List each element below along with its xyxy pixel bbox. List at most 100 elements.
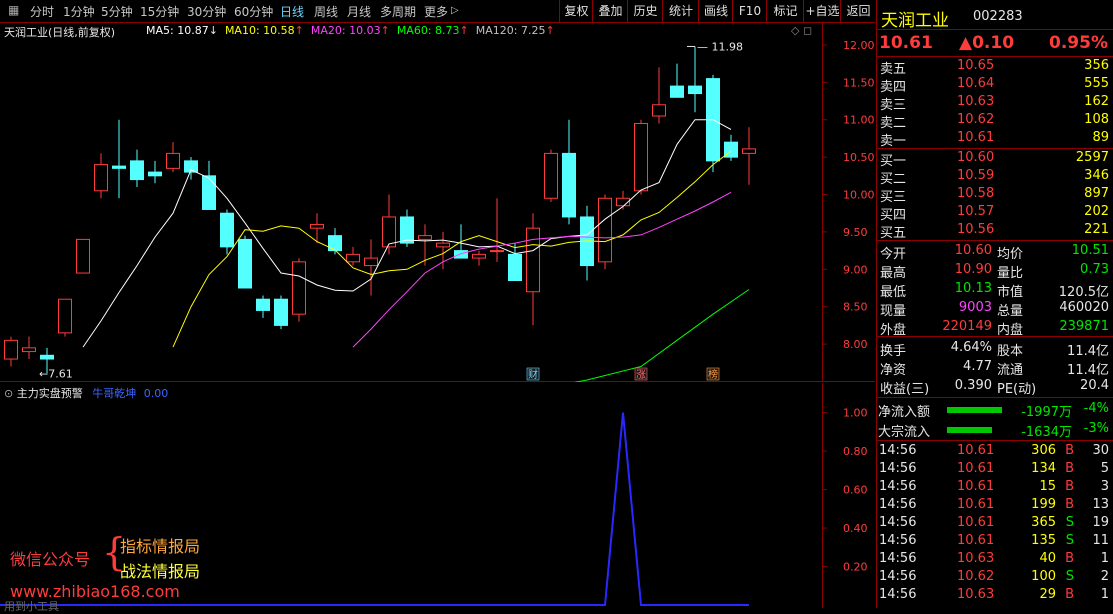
toolbar-button-8[interactable]: 返回 — [840, 0, 876, 22]
toolbar-button-5[interactable]: F10 — [732, 0, 767, 22]
candle[interactable] — [490, 198, 504, 262]
candle[interactable] — [364, 239, 378, 296]
ask-volume: 555 — [1084, 76, 1109, 91]
period-tab-6[interactable]: 日线 — [280, 3, 304, 20]
candle[interactable] — [148, 160, 162, 184]
kline-chart-panel[interactable]: 天润工业(日线,前复权) MA5: 10.87↓ MA10: 10.58↑ MA20… — [0, 22, 875, 382]
bid-price: 10.57 — [957, 204, 995, 219]
stat-value: 9003 — [958, 300, 992, 315]
candle[interactable] — [4, 336, 18, 367]
candle[interactable] — [742, 127, 756, 185]
indicator-toggle-icon[interactable]: ⊙ — [4, 387, 13, 400]
tick-time: 14:56 — [879, 569, 917, 584]
candle[interactable] — [58, 298, 72, 337]
stat-value: 0.73 — [1080, 262, 1109, 277]
ask-price: 10.64 — [957, 76, 995, 91]
tick-count: 1 — [1100, 551, 1109, 566]
bid-label: 买五 — [880, 226, 907, 241]
candle[interactable] — [238, 235, 252, 289]
menu-grid-icon[interactable]: ▦ — [8, 3, 19, 17]
bid-row: 买三 10.58 897 — [877, 186, 1113, 205]
period-tab-2[interactable]: 5分钟 — [101, 3, 133, 20]
period-tab-3[interactable]: 15分钟 — [140, 3, 179, 20]
period-tab-8[interactable]: 月线 — [347, 3, 371, 20]
toolbar-button-3[interactable]: 统计 — [662, 0, 699, 22]
tick-row: 14:56 10.63 29 B 1 — [877, 587, 1113, 605]
ask-label: 卖五 — [880, 62, 907, 77]
candle[interactable] — [472, 250, 486, 266]
flow-label: 净流入额 — [878, 405, 931, 420]
period-tab-1[interactable]: 1分钟 — [63, 3, 95, 20]
candle[interactable] — [706, 74, 720, 173]
candle[interactable] — [112, 119, 126, 199]
toolbar-button-4[interactable]: 画线 — [698, 0, 733, 22]
period-tab-7[interactable]: 周线 — [314, 3, 338, 20]
tick-side: S — [1065, 533, 1074, 548]
price-axis-label: 8.50 — [843, 301, 868, 314]
candle[interactable] — [22, 336, 36, 360]
candle[interactable] — [526, 213, 540, 326]
candle[interactable] — [580, 205, 594, 281]
candle-body — [598, 197, 612, 263]
kline-svg: 12.00 11.50 11.00 10.50 10.00 9.50 9.00 8.50 8.0… — [0, 22, 875, 382]
candle[interactable] — [202, 160, 216, 210]
candle[interactable] — [274, 295, 288, 330]
candle[interactable] — [508, 243, 522, 282]
candle[interactable] — [634, 119, 648, 195]
candle[interactable] — [562, 119, 576, 225]
period-tab-0[interactable]: 分时 — [30, 3, 54, 20]
candle[interactable] — [220, 209, 234, 255]
candle[interactable] — [688, 46, 702, 113]
more-chevron-icon[interactable]: ▷ — [451, 5, 459, 16]
event-marker-label: 榜 — [708, 368, 718, 381]
indicator-title[interactable]: 主力实盘预警 — [17, 387, 83, 400]
tick-side: B — [1065, 479, 1074, 494]
period-tab-10[interactable]: 更多 — [424, 3, 448, 20]
tick-price: 10.61 — [957, 533, 995, 548]
candle[interactable] — [670, 63, 684, 98]
fund-label: 换手 — [880, 344, 907, 359]
tick-row: 14:56 10.61 306 B 30 — [877, 443, 1113, 461]
period-tab-9[interactable]: 多周期 — [380, 3, 416, 20]
toolbar-button-2[interactable]: 历史 — [627, 0, 663, 22]
period-tab-5[interactable]: 60分钟 — [234, 3, 273, 20]
candle-body — [328, 235, 342, 252]
toolbar-button-6[interactable]: 标记 — [766, 0, 804, 22]
high-price-label: — 11.98 — [697, 40, 743, 53]
bid-row: 买四 10.57 202 — [877, 204, 1113, 223]
candle[interactable] — [256, 295, 270, 318]
candle[interactable] — [130, 149, 144, 188]
candle-body — [562, 152, 576, 218]
candle[interactable] — [724, 134, 738, 161]
candle[interactable] — [652, 67, 666, 124]
price-axis-label: 8.00 — [843, 338, 868, 351]
candle[interactable] — [382, 194, 396, 255]
candle-body — [4, 339, 18, 360]
candle[interactable] — [76, 238, 90, 274]
tick-count: 30 — [1092, 443, 1109, 458]
indicator-axis-label: 1.00 — [843, 407, 868, 420]
tick-volume: 29 — [1039, 587, 1056, 602]
ma20-line — [352, 191, 732, 348]
toolbar-button-1[interactable]: 叠加 — [592, 0, 628, 22]
tick-volume: 134 — [1031, 461, 1056, 476]
candle[interactable] — [418, 224, 432, 266]
candle[interactable] — [94, 153, 108, 199]
candle[interactable] — [166, 142, 180, 173]
tick-side: B — [1065, 587, 1074, 602]
ask-volume: 162 — [1084, 94, 1109, 109]
tick-time: 14:56 — [879, 461, 917, 476]
candle[interactable] — [598, 194, 612, 270]
candle-body — [634, 122, 648, 192]
bid-label: 买四 — [880, 208, 907, 223]
price-axis-label: 12.00 — [843, 39, 875, 52]
candle[interactable] — [544, 149, 558, 202]
tick-price: 10.61 — [957, 515, 995, 530]
tick-count: 19 — [1092, 515, 1109, 530]
candle[interactable] — [184, 157, 198, 180]
toolbar-button-7[interactable]: +自选 — [803, 0, 841, 22]
candle[interactable] — [292, 258, 306, 322]
toolbar-button-0[interactable]: 复权 — [559, 0, 593, 22]
period-tab-4[interactable]: 30分钟 — [187, 3, 226, 20]
candle-body — [526, 227, 540, 293]
